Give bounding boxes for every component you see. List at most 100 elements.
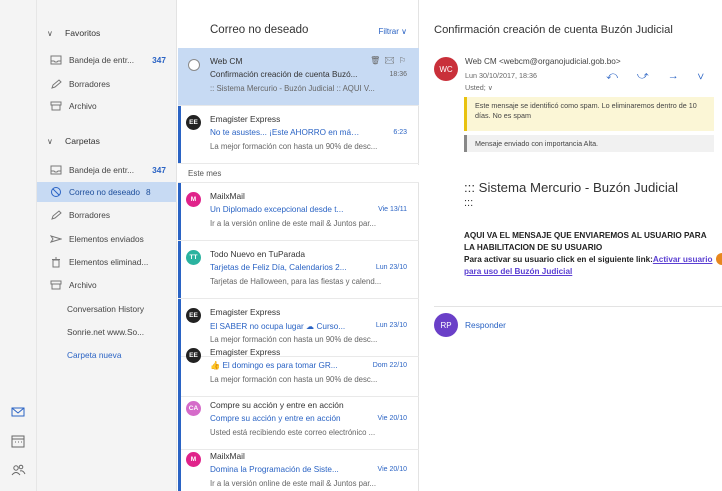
importance-notice: Mensaje enviado con importancia Alta. [464,135,714,152]
folder-item-archive[interactable]: Archivo [37,275,176,295]
people-icon[interactable] [10,462,26,478]
message-subject: No te asustes... ¡Este AHORRO en mást... [210,128,360,137]
message-item[interactable]: Web CM 🗑 ✉ ⚐ Confirmación creación de cu… [178,48,419,106]
message-preview: :: Sistema Mercurio - Buzón Judicial :: … [210,84,375,93]
message-sender: Emagister Express [210,114,281,124]
message-subject: Domina la Programación de Siste... [210,465,339,474]
spam-notice: Este mensaje se identificó como spam. Lo… [464,97,714,131]
new-folder-link[interactable]: Carpeta nueva [37,345,176,365]
reply-actions[interactable]: ⤺ ⤻ → ∨ [606,70,712,83]
message-date: 6:23 [393,129,407,136]
favorite-item-drafts[interactable]: Borradores [37,74,176,94]
reading-pane: Confirmación creación de cuenta Buzón Ju… [420,0,722,491]
email-heading-continued: ::: [464,197,474,209]
folder-item-sent[interactable]: Elementos enviados [37,229,176,249]
favorites-section-toggle[interactable]: ∨ Favoritos [47,25,100,41]
new-folder-label: Carpeta nueva [67,350,122,360]
avatar: M [186,192,201,207]
unread-count: 347 [152,165,166,175]
message-sender: Web CM [210,56,243,66]
group-header: Este mes [178,165,419,183]
sender-address[interactable]: Web CM <webcm@organojudicial.gob.bo> [465,57,621,66]
message-preview: La mejor formación con hasta un 90% de d… [210,142,378,151]
message-item[interactable]: M MailxMail Un Diplomado excepcional des… [178,183,419,241]
message-quick-actions[interactable]: 🗑 ✉ ⚐ [370,56,407,65]
avatar: EE [186,308,201,323]
chevron-down-icon: ∨ [47,28,53,38]
folder-label: Borradores [69,210,111,220]
email-body-line: AQUI VA EL MENSAJE QUE ENVIAREMOS AL USU… [464,231,707,252]
message-item[interactable]: EE Emagister Express No te asustes... ¡E… [178,106,419,164]
email-subject: Confirmación creación de cuenta Buzón Ju… [434,24,673,36]
divider [434,306,722,307]
message-sender: MailxMail [210,191,245,201]
message-subject: Tarjetas de Feliz Día, Calendarios 2... [210,263,347,272]
calendar-icon[interactable] [10,433,26,449]
message-preview: Ir a la versión online de este mail & Ju… [210,219,376,228]
message-item[interactable]: M MailxMail Domina la Programación de Si… [178,443,419,491]
filter-button[interactable]: Filtrar ∨ [378,27,407,36]
chevron-down-icon: ∨ [47,136,53,146]
folder-label: Archivo [69,101,97,111]
folders-label: Carpetas [65,136,100,146]
folder-label: Elementos eliminad... [69,257,149,267]
favorite-item-inbox[interactable]: Bandeja de entr... 347 [37,50,176,70]
message-date: Vie 20/10 [377,415,407,422]
folder-item-drafts[interactable]: Borradores [37,205,176,225]
unread-count: 8 [146,187,151,197]
mail-icon[interactable] [10,404,26,420]
reply-button[interactable]: Responder [465,320,506,330]
avatar: EE [186,115,201,130]
message-subject: Confirmación creación de cuenta Buzó... [210,70,358,79]
message-date: Vie 13/11 [378,206,407,213]
email-recipients[interactable]: Usted; ∨ [465,83,493,92]
folder-label: Correo no deseado [69,187,141,197]
archive-icon [49,279,63,291]
favorites-label: Favoritos [65,28,101,38]
folder-label: Conversation History [67,304,145,314]
unread-count: 347 [152,55,166,65]
my-avatar: RP [434,313,458,337]
folder-item-sonrie[interactable]: Sonrie.net www.So... [37,322,176,342]
message-date: Dom 22/10 [372,362,407,369]
message-sender: Emagister Express [210,347,281,357]
message-subject: 👍 El domingo es para tomar GR... [210,361,338,370]
email-heading: ::: Sistema Mercurio - Buzón Judicial [464,180,679,195]
folder-pane: ∨ Favoritos Bandeja de entr... 347 Borra… [37,0,177,491]
avatar: M [186,452,201,467]
message-item[interactable]: EE Emagister Express 👍 El domingo es par… [178,339,419,397]
email-body: AQUI VA EL MENSAJE QUE ENVIAREMOS AL USU… [464,230,714,278]
outlook-app: ∨ Favoritos Bandeja de entr... 347 Borra… [0,0,722,491]
message-preview: Usted está recibiendo este correo electr… [210,428,376,437]
trash-icon [49,256,63,268]
folder-item-conversation-history[interactable]: Conversation History [37,299,176,319]
message-subject: Compre su acción y entre en acción [210,414,341,423]
pencil-icon [49,78,63,90]
folder-label: Sonrie.net www.So... [67,327,145,337]
side-panel-handle[interactable] [716,253,722,265]
message-date: Vie 20/10 [377,466,407,473]
folders-section-toggle[interactable]: ∨ Carpetas [47,133,100,149]
sender-avatar[interactable]: WC [434,57,458,81]
select-radio[interactable] [188,59,200,71]
email-body-text: Para activar su usuario click en el sigu… [464,255,653,264]
inbox-icon [49,164,63,176]
email-body-line: Para activar su usuario click en el sigu… [464,254,714,278]
message-sender: Todo Nuevo en TuParada [210,249,305,259]
avatar: EE [186,348,201,363]
folder-label: Borradores [69,79,111,89]
folder-item-inbox[interactable]: Bandeja de entr... 347 [37,160,176,180]
avatar: CA [186,401,201,416]
message-sender: Emagister Express [210,307,281,317]
message-item[interactable]: CA Compre su acción y entre en acción Co… [178,392,419,450]
message-item[interactable]: TT Todo Nuevo en TuParada Tarjetas de Fe… [178,241,419,299]
favorite-item-archive[interactable]: Archivo [37,96,176,116]
message-list-header: Correo no deseado Filtrar ∨ [178,0,419,48]
email-date: Lun 30/10/2017, 18:36 [465,71,537,80]
folder-item-deleted[interactable]: Elementos eliminad... [37,252,176,272]
folder-label: Bandeja de entr... [69,165,135,175]
message-preview: Ir a la versión online de este mail & Ju… [210,479,376,488]
folder-item-junk[interactable]: Correo no deseado 8 [37,182,176,202]
archive-icon [49,100,63,112]
folder-label: Archivo [69,280,97,290]
